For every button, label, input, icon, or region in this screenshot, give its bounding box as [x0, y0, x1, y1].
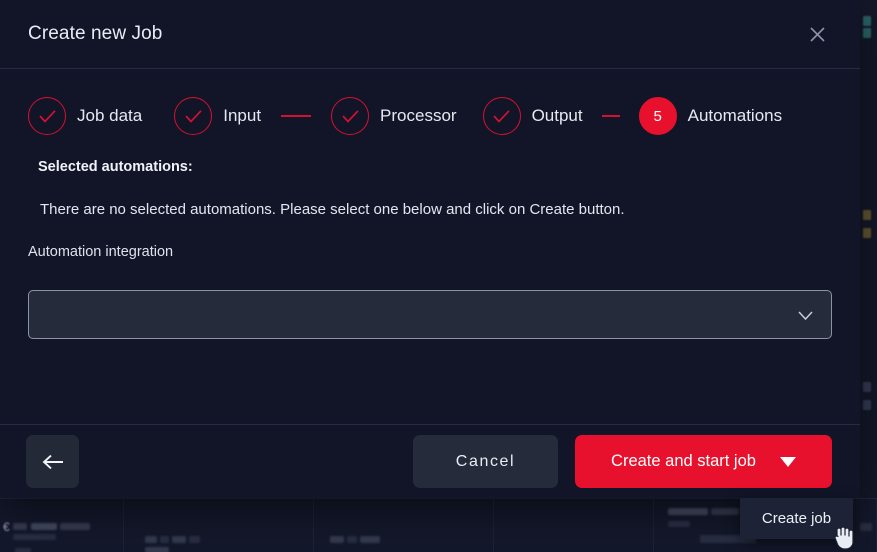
chevron-down-icon — [798, 308, 813, 322]
background-mark — [863, 228, 871, 238]
modal-footer: Cancel Create and start job — [0, 424, 860, 498]
automation-integration-label: Automation integration — [28, 244, 174, 260]
step-status-check-icon — [174, 97, 213, 135]
currency-icon: € — [3, 520, 10, 534]
background-text-blur — [860, 523, 872, 531]
step-label: Job data — [77, 106, 143, 125]
step-job-data[interactable]: Job data — [28, 97, 142, 135]
background-mark — [863, 382, 871, 392]
automation-integration-select[interactable] — [28, 290, 832, 339]
background-mark — [863, 210, 871, 220]
background-mark — [863, 16, 871, 26]
background-text-blur — [347, 536, 357, 543]
step-status-check-icon — [482, 97, 521, 135]
step-status-check-icon — [28, 97, 66, 135]
screen: € Create new Job Job data Input Processo… — [0, 0, 877, 552]
step-label: Automations — [687, 106, 783, 125]
background-mark — [863, 400, 871, 410]
step-processor[interactable]: Processor — [331, 97, 457, 135]
background-text-blur — [668, 521, 690, 527]
background-text-blur — [172, 536, 186, 543]
background-table-column — [314, 499, 494, 552]
background-text-blur — [189, 536, 200, 543]
background-table-column — [124, 499, 314, 552]
create-job-modal: Create new Job Job data Input Processor … — [0, 0, 860, 498]
caret-down-icon[interactable] — [779, 456, 796, 467]
background-text-blur — [330, 536, 344, 543]
background-text-blur — [15, 548, 31, 552]
background-table-column — [494, 499, 654, 552]
step-label: Output — [531, 106, 583, 125]
background-text-blur — [145, 536, 157, 543]
background-text-blur — [160, 536, 169, 543]
step-automations[interactable]: 5 Automations — [638, 97, 783, 135]
background-text-blur — [13, 534, 56, 540]
step-status-check-icon — [331, 97, 370, 135]
step-output[interactable]: Output — [482, 97, 583, 135]
step-connector — [281, 115, 312, 117]
background-text-blur — [145, 547, 169, 552]
create-job-dropdown-menu: Create job — [740, 498, 853, 539]
background-text-blur — [31, 523, 57, 530]
close-icon[interactable] — [802, 19, 832, 49]
selected-automations-heading: Selected automations: — [38, 159, 193, 175]
modal-header: Create new Job — [0, 0, 860, 69]
step-connector — [601, 115, 620, 117]
empty-state-message: There are no selected automations. Pleas… — [40, 201, 625, 218]
background-right-strip — [859, 0, 877, 498]
background-text-blur — [360, 536, 380, 543]
page-title: Create new Job — [28, 23, 163, 44]
step-number: 5 — [653, 107, 662, 125]
create-and-start-job-button[interactable]: Create and start job — [575, 435, 832, 488]
dropdown-item-create-job[interactable]: Create job — [762, 510, 831, 527]
background-text-blur — [13, 523, 27, 530]
background-text-blur — [668, 508, 708, 515]
background-text-blur — [711, 508, 739, 515]
background-mark — [863, 28, 871, 38]
background-text-blur — [60, 523, 90, 530]
step-number-badge: 5 — [638, 97, 677, 135]
step-label: Input — [223, 106, 262, 125]
cancel-button[interactable]: Cancel — [413, 435, 558, 488]
stepper: Job data Input Processor Output 5 Automa… — [28, 95, 832, 137]
step-input[interactable]: Input — [174, 97, 261, 135]
modal-body: Job data Input Processor Output 5 Automa… — [0, 69, 860, 424]
back-button[interactable] — [26, 435, 79, 488]
create-and-start-job-label: Create and start job — [611, 452, 756, 470]
step-label: Processor — [380, 106, 457, 125]
